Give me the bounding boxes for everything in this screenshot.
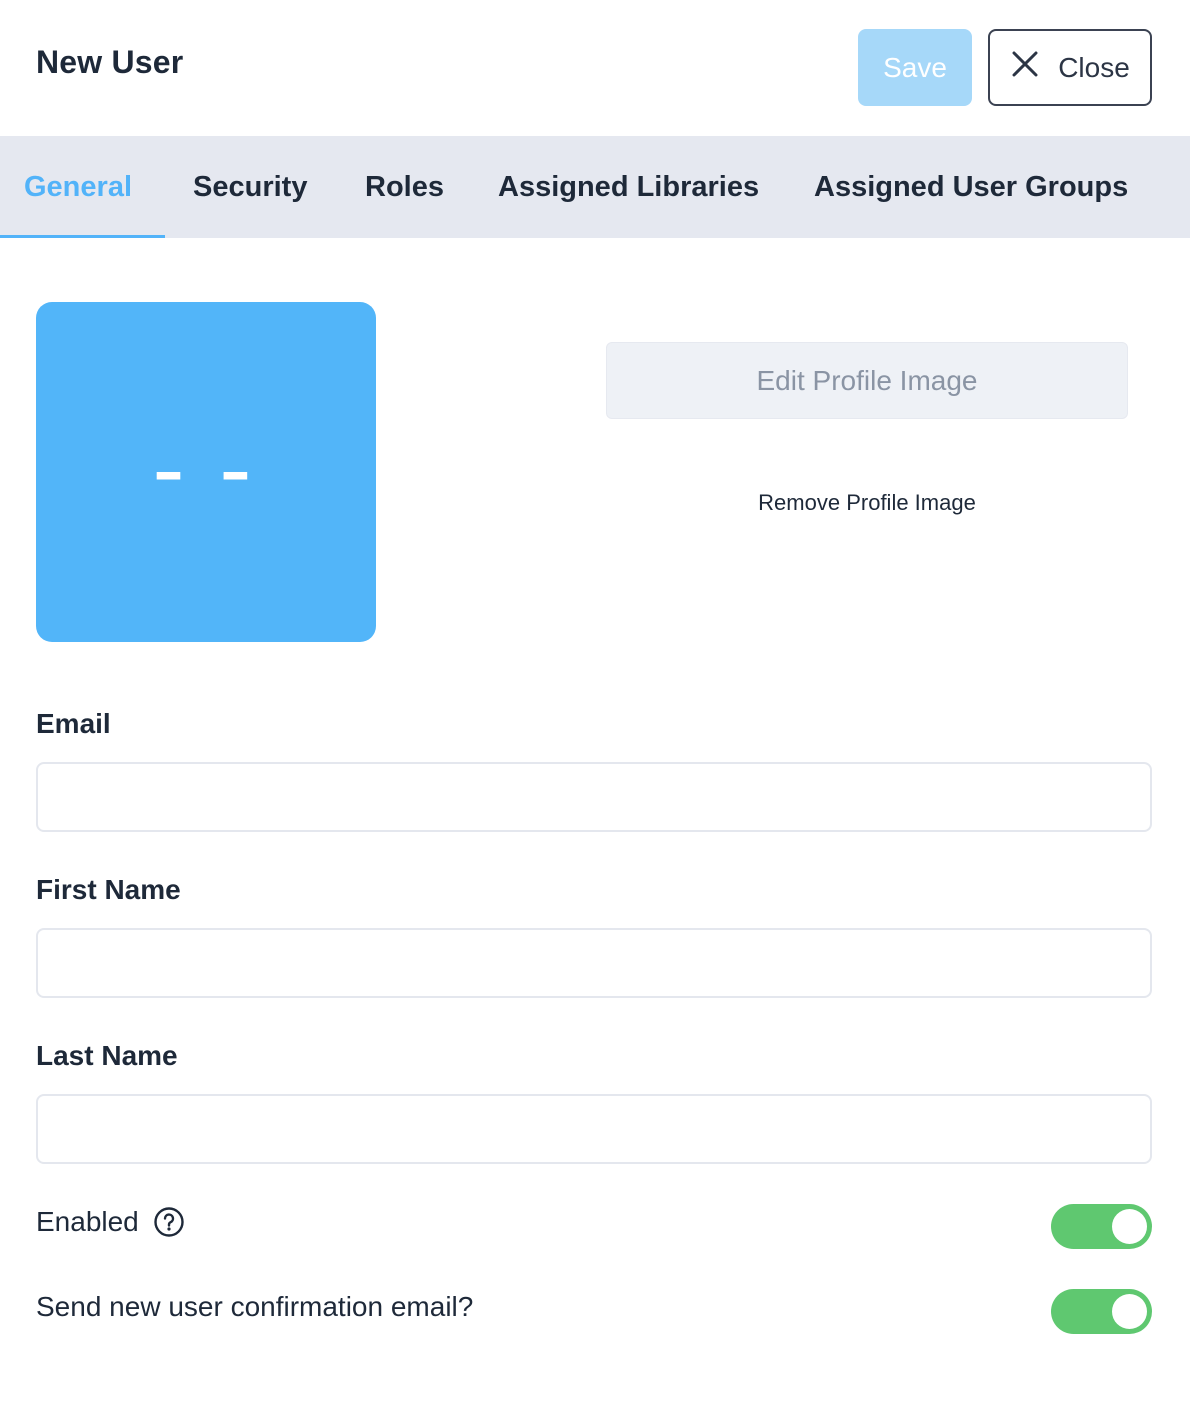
- toggle-knob: [1112, 1294, 1147, 1329]
- last-name-label: Last Name: [36, 1040, 178, 1071]
- tab-label: Roles: [365, 170, 444, 203]
- email-field[interactable]: [36, 762, 1152, 832]
- enabled-label: Enabled: [36, 1206, 139, 1237]
- email-label: Email: [36, 708, 111, 739]
- tab-label: Assigned Libraries: [498, 170, 760, 203]
- last-name-field[interactable]: [36, 1094, 1152, 1164]
- avatar: – –: [36, 302, 376, 642]
- tab-label: Assigned User Groups: [814, 170, 1129, 203]
- dialog-header: New User Save Close: [0, 0, 1190, 136]
- tab-assigned-libraries[interactable]: Assigned Libraries: [498, 136, 759, 238]
- edit-profile-image-label: Edit Profile Image: [756, 364, 978, 396]
- send-confirmation-row: Send new user confirmation email?: [36, 1291, 473, 1323]
- tab-label: General: [24, 170, 132, 203]
- toggle-knob: [1112, 1209, 1147, 1244]
- tab-security[interactable]: Security: [193, 136, 307, 238]
- send-confirmation-toggle[interactable]: [1051, 1289, 1152, 1334]
- tab-roles[interactable]: Roles: [365, 136, 444, 238]
- first-name-label: First Name: [36, 874, 181, 905]
- save-button-label: Save: [883, 51, 947, 83]
- enabled-toggle[interactable]: [1051, 1204, 1152, 1249]
- tab-assigned-user-groups[interactable]: Assigned User Groups: [814, 136, 1128, 238]
- save-button[interactable]: Save: [858, 29, 972, 106]
- enabled-row: Enabled: [36, 1206, 185, 1238]
- remove-profile-image-link[interactable]: Remove Profile Image: [606, 490, 1128, 516]
- active-tab-indicator: [0, 235, 165, 238]
- close-button-label: Close: [1058, 51, 1130, 83]
- edit-profile-image-button[interactable]: Edit Profile Image: [606, 342, 1128, 419]
- tab-bar: General Security Roles Assigned Librarie…: [0, 136, 1190, 238]
- close-icon: [1010, 49, 1040, 86]
- tab-label: Security: [193, 170, 308, 203]
- page-title: New User: [36, 44, 184, 80]
- close-button[interactable]: Close: [988, 29, 1152, 106]
- question-circle-icon[interactable]: [153, 1206, 185, 1238]
- send-confirmation-label: Send new user confirmation email?: [36, 1291, 474, 1322]
- first-name-field[interactable]: [36, 928, 1152, 998]
- avatar-initials: – –: [153, 437, 259, 507]
- tab-general[interactable]: General: [24, 136, 132, 238]
